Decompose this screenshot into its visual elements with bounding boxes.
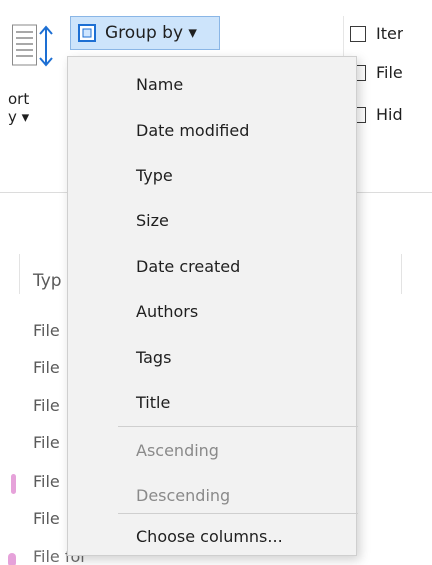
menu-item-date-modified[interactable]: Date modified [68, 113, 356, 147]
group-by-menu: Name Date modified Type Size Date create… [67, 56, 358, 556]
column-separator [19, 254, 20, 294]
table-row-type[interactable]: File [33, 358, 60, 378]
selection-marker [11, 474, 16, 494]
menu-item-tags[interactable]: Tags [68, 340, 356, 374]
column-header-type[interactable]: Typ [33, 271, 62, 291]
menu-item-type[interactable]: Type [68, 158, 356, 192]
column-separator [401, 254, 402, 294]
menu-item-name[interactable]: Name [68, 67, 356, 101]
group-by-label: Group by ▾ [105, 23, 197, 43]
menu-separator [118, 513, 358, 514]
menu-item-authors[interactable]: Authors [68, 294, 356, 328]
menu-item-size[interactable]: Size [68, 203, 356, 237]
view-option-hidden-items[interactable]: Hid [350, 104, 403, 126]
table-row-type[interactable]: File [33, 396, 60, 416]
menu-item-ascending: Ascending [136, 440, 219, 460]
menu-item-date-created[interactable]: Date created [68, 249, 356, 283]
table-row-type[interactable]: File [33, 433, 60, 453]
view-option-label: Hid [376, 105, 403, 124]
view-option-item-check-boxes[interactable]: Iter [350, 23, 403, 45]
selection-marker [8, 553, 16, 565]
sort-by-dropdown[interactable]: y ▾ [8, 108, 29, 127]
checkbox-icon [350, 26, 366, 42]
menu-item-choose-columns[interactable]: Choose columns... [68, 519, 356, 553]
view-option-label: Iter [376, 24, 404, 43]
table-row-type[interactable]: File [33, 321, 60, 341]
view-option-label: File [376, 63, 403, 82]
file-explorer-view: ort y ▾ Group by ▾ Iter File Hid Typ Fil… [0, 0, 432, 565]
group-by-button[interactable]: Group by ▾ [70, 16, 220, 50]
menu-item-descending: Descending [136, 485, 231, 505]
menu-item-title[interactable]: Title [68, 385, 356, 419]
group-by-icon [77, 23, 97, 43]
menu-separator [118, 426, 358, 427]
sort-icon[interactable] [12, 22, 62, 70]
sort-by-label[interactable]: ort [8, 90, 29, 109]
table-row-type[interactable]: File [33, 509, 60, 529]
table-row-type[interactable]: File [33, 472, 60, 492]
view-option-file-name-extensions[interactable]: File [350, 62, 403, 84]
